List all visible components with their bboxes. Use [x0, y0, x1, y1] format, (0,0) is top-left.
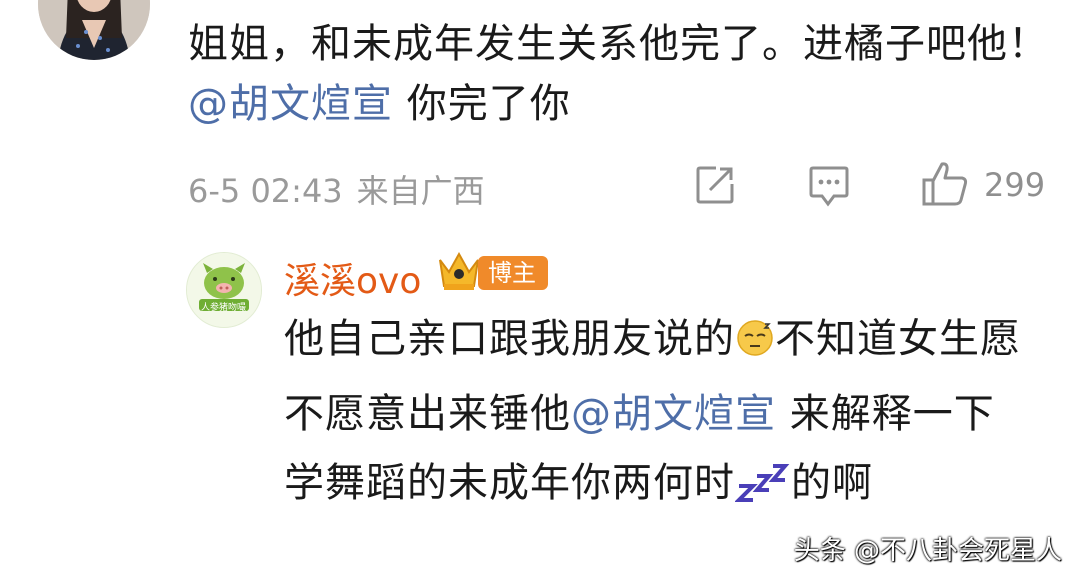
reply-text-part: 他自己亲口跟我朋友说的: [284, 316, 735, 362]
share-icon[interactable]: [694, 164, 736, 206]
sleepy-face-emoji: [735, 311, 775, 380]
like-count: 299: [984, 166, 1046, 204]
mention-link[interactable]: @胡文煊宣: [188, 81, 393, 127]
crown-icon: [434, 248, 484, 298]
reply-text: 他自己亲口跟我朋友说的 不知道女生愿不愿意出来锤他@胡文煊宣 来解释一下 学舞蹈的…: [284, 305, 1034, 524]
comment-text-part: 姐姐，和未成年发生关系他完了。进橘子吧他！: [188, 21, 1049, 67]
comment-location: 来自广西: [356, 172, 485, 210]
comment-text: 姐姐，和未成年发生关系他完了。进橘子吧他！ @胡文煊宣 你完了你: [188, 14, 1058, 134]
comment-icon[interactable]: [808, 164, 850, 208]
zzz-emoji: [734, 455, 791, 524]
comment-timestamp: 6-5 02:43 来自广西: [188, 166, 485, 212]
watermark: 头条 @不八卦会死星人: [793, 536, 1062, 566]
reply-text-part: 的啊: [791, 460, 873, 506]
comment-meta: 6-5 02:43 来自广西 299: [188, 160, 1048, 210]
reply-avatar[interactable]: 人参猪吻嘬: [186, 252, 262, 328]
reply-username[interactable]: 溪溪ovo: [284, 252, 421, 304]
avatar-caption: 人参猪吻嘬: [201, 303, 247, 313]
thumbs-up-icon[interactable]: [920, 160, 970, 208]
comment-text-part: 你完了你: [393, 81, 571, 127]
host-badge: 博主: [478, 256, 548, 290]
mention-link[interactable]: @胡文煊宣: [571, 391, 776, 437]
commenter-avatar[interactable]: [38, 0, 150, 60]
timestamp-text: 6-5 02:43: [188, 172, 343, 210]
